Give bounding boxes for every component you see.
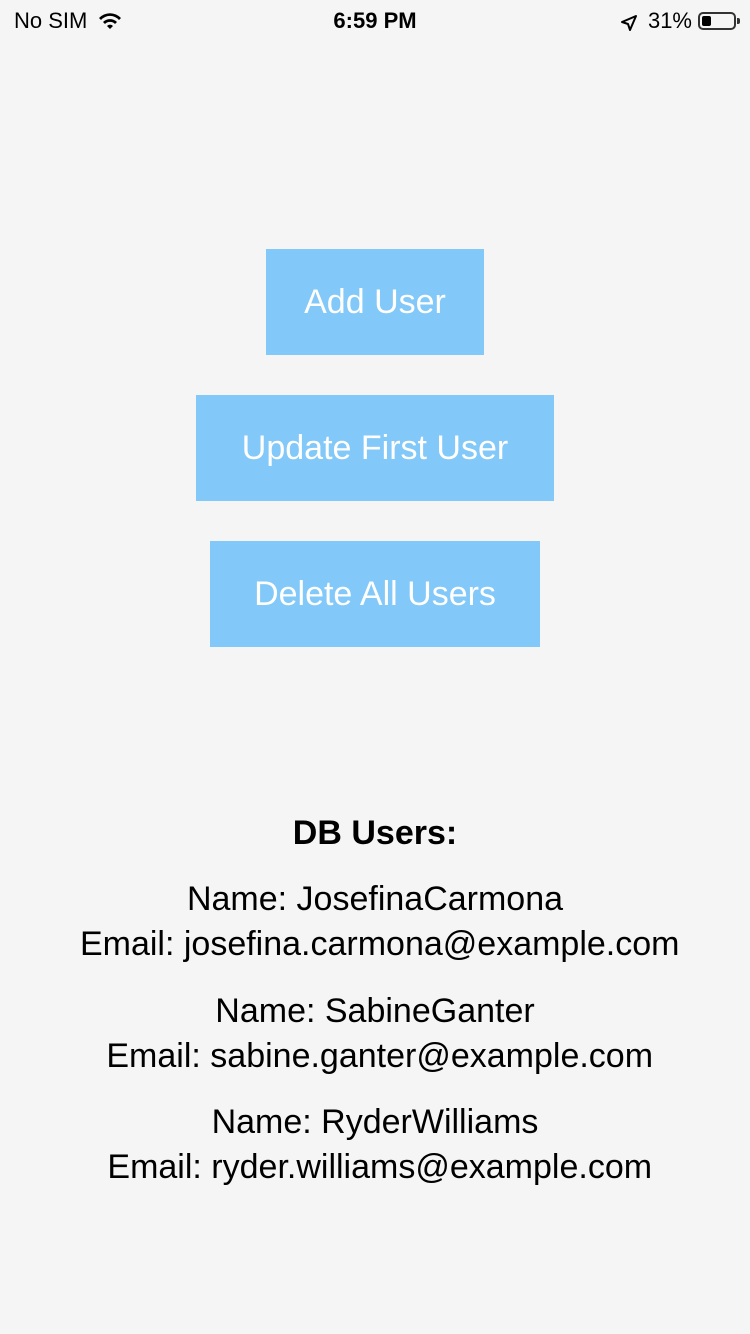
update-first-user-button[interactable]: Update First User	[196, 395, 554, 501]
db-users-heading: DB Users:	[292, 814, 458, 852]
user-email: Email: ryder.williams@example.com	[97, 1148, 653, 1186]
battery-cap	[737, 18, 740, 24]
status-bar: No SIM 6:59 PM 31%	[0, 0, 750, 40]
user-name: Name: RyderWilliams	[211, 1103, 539, 1141]
user-entry: Name: SabineGanter Email: sabine.ganter@…	[0, 989, 750, 1079]
user-name: Name: JosefinaCarmona	[186, 880, 564, 918]
user-entry: Name: JosefinaCarmona Email: josefina.ca…	[0, 877, 750, 967]
location-icon	[620, 12, 638, 31]
user-email: Email: josefina.carmona@example.com	[70, 925, 680, 963]
user-entry: Name: RyderWilliams Email: ryder.william…	[0, 1100, 750, 1190]
battery-fill	[702, 16, 711, 26]
battery-percent: 31%	[647, 8, 692, 33]
user-email: Email: sabine.ganter@example.com	[96, 1037, 654, 1075]
user-name: Name: SabineGanter	[215, 992, 535, 1030]
battery-icon	[698, 12, 740, 30]
delete-all-users-button[interactable]: Delete All Users	[210, 541, 540, 647]
status-right: 31%	[620, 8, 740, 34]
add-user-button[interactable]: Add User	[266, 249, 484, 355]
